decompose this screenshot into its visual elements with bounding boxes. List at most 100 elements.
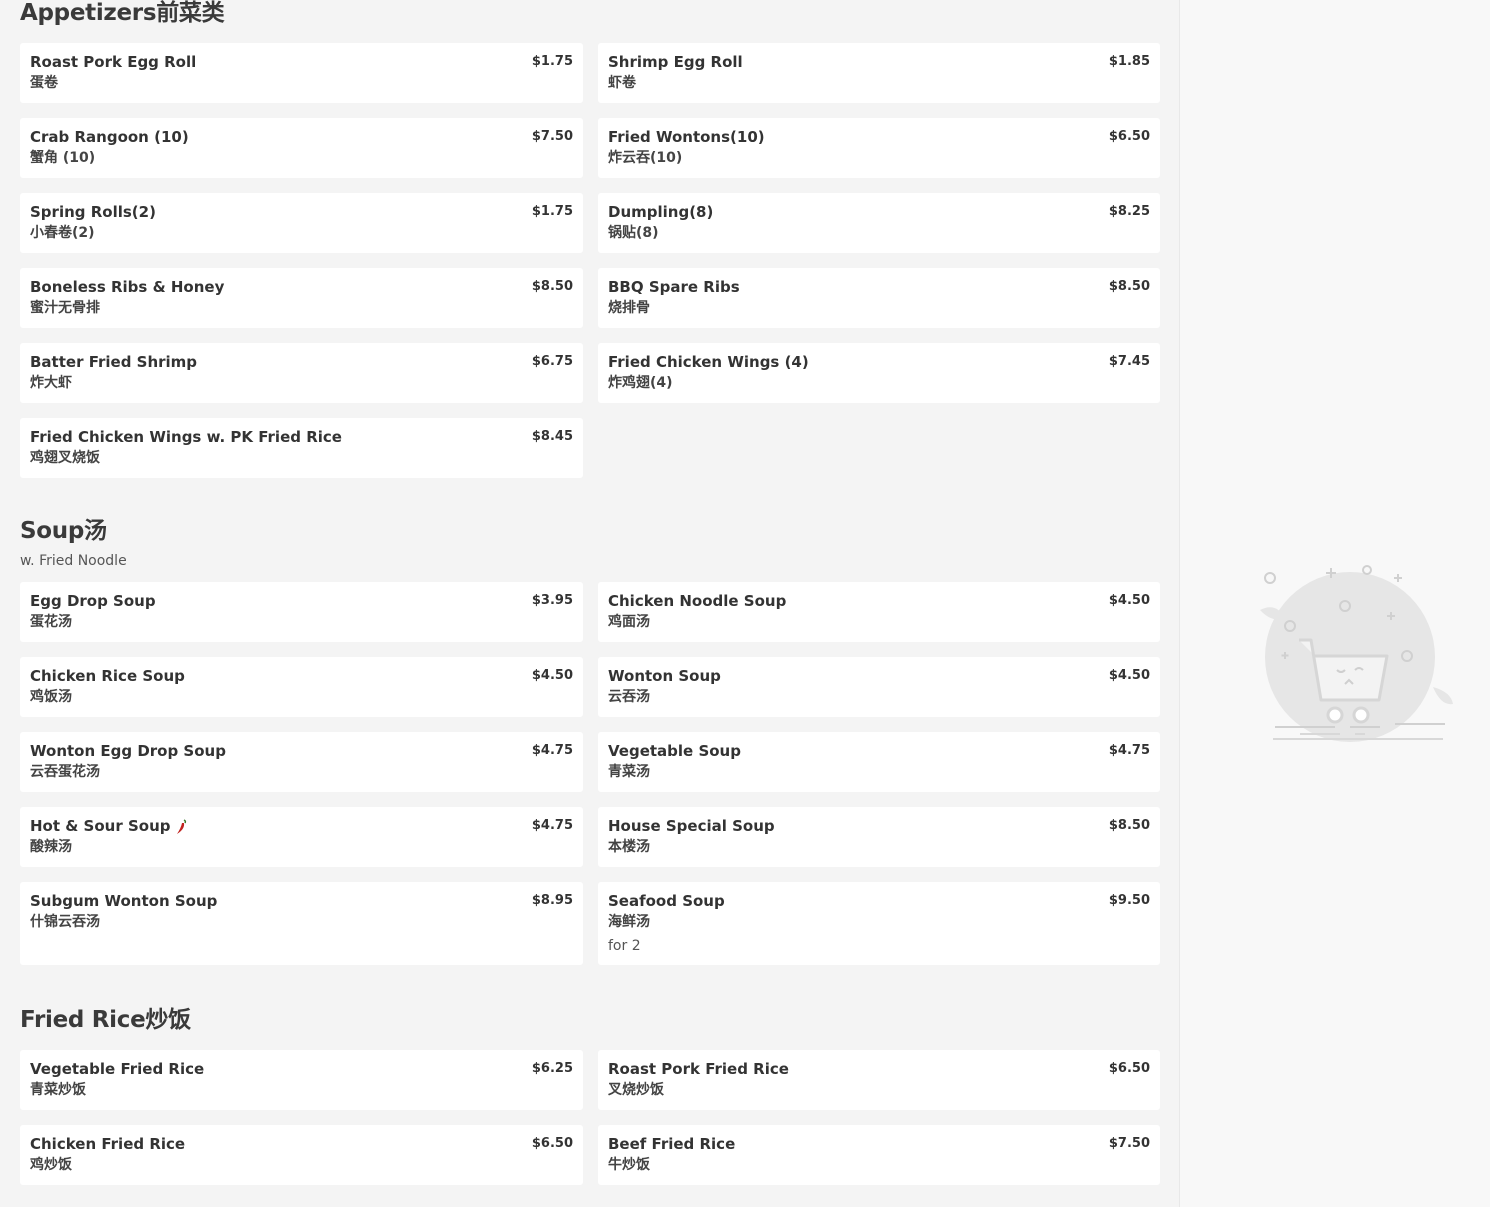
- menu-item-price: $6.50: [1108, 129, 1150, 144]
- menu-item-name: Fried Chicken Wings (4): [608, 353, 1150, 372]
- menu-item-chinese-name: 蜜汁无骨排: [30, 300, 100, 316]
- menu-item-chinese-name: 海鲜汤: [608, 914, 650, 930]
- menu-item-name: Spring Rolls(2): [30, 203, 573, 222]
- menu-item-name: Seafood Soup: [608, 892, 1150, 911]
- menu-area: Appetizers前菜类 Roast Pork Egg Roll 蛋卷 $1.75 S…: [0, 0, 1180, 1207]
- menu-item-card[interactable]: Seafood Soup 海鲜汤 for 2 $9.50: [598, 882, 1160, 965]
- menu-item-card[interactable]: Crab Rangoon (10) 蟹角 (10) $7.50: [20, 118, 583, 178]
- menu-item-card[interactable]: Shrimp Egg Roll 虾卷 $1.85: [598, 43, 1160, 103]
- menu-item-chinese-name: 锅贴(8): [608, 225, 659, 241]
- menu-item-name-text: BBQ Spare Ribs: [608, 278, 740, 296]
- menu-item-card[interactable]: Dumpling(8) 锅贴(8) $8.25: [598, 193, 1160, 253]
- menu-item-name: Chicken Rice Soup: [30, 667, 573, 686]
- menu-item-chinese-name: 虾卷: [608, 75, 636, 91]
- menu-item-price: $8.50: [1108, 818, 1150, 833]
- menu-item-card[interactable]: Wonton Soup 云吞汤 $4.50: [598, 657, 1160, 717]
- menu-item-price: $6.50: [531, 1136, 573, 1151]
- menu-item-name: Dumpling(8): [608, 203, 1150, 222]
- menu-item-price: $8.95: [531, 893, 573, 908]
- menu-item-chinese-name: 鸡翅叉烧饭: [30, 450, 100, 466]
- menu-item-chinese-name: 酸辣汤: [30, 839, 72, 855]
- menu-item-chinese-name: 烧排骨: [608, 300, 650, 316]
- menu-item-card[interactable]: Wonton Egg Drop Soup 云吞蛋花汤 $4.75: [20, 732, 583, 792]
- menu-item-card[interactable]: Hot & Sour Soup 酸辣汤 $4.75: [20, 807, 583, 867]
- menu-item-price: $6.50: [1108, 1061, 1150, 1076]
- menu-item-card[interactable]: BBQ Spare Ribs 烧排骨 $8.50: [598, 268, 1160, 328]
- menu-item-card[interactable]: Spring Rolls(2) 小春卷(2) $1.75: [20, 193, 583, 253]
- menu-item-grid: Vegetable Fried Rice 青菜炒饭 $6.25 Roast Pork …: [20, 1050, 1160, 1185]
- menu-item-chinese-name: 炸云吞(10): [608, 150, 683, 166]
- menu-item-name: Egg Drop Soup: [30, 592, 573, 611]
- menu-item-price: $9.50: [1108, 893, 1150, 908]
- menu-item-name: BBQ Spare Ribs: [608, 278, 1150, 297]
- menu-item-name-text: Beef Fried Rice: [608, 1135, 736, 1153]
- menu-item-card[interactable]: Boneless Ribs & Honey 蜜汁无骨排 $8.50: [20, 268, 583, 328]
- menu-item-chinese-name: 叉烧炒饭: [608, 1082, 664, 1098]
- section-description: w. Fried Noodle: [20, 553, 127, 569]
- chili-pepper-icon: [176, 818, 186, 834]
- menu-item-card[interactable]: Fried Wontons(10) 炸云吞(10) $6.50: [598, 118, 1160, 178]
- menu-item-chinese-name: 蛋卷: [30, 75, 58, 91]
- menu-item-card[interactable]: Vegetable Soup 青菜汤 $4.75: [598, 732, 1160, 792]
- menu-item-price: $7.45: [1108, 354, 1150, 369]
- menu-item-grid: Egg Drop Soup 蛋花汤 $3.95 Chicken Noodle Soup…: [20, 582, 1160, 965]
- menu-item-card[interactable]: Chicken Fried Rice 鸡炒饭 $6.50: [20, 1125, 583, 1185]
- menu-item-price: $1.75: [531, 54, 573, 69]
- menu-item-card[interactable]: Fried Chicken Wings (4) 炸鸡翅(4) $7.45: [598, 343, 1160, 403]
- menu-item-card[interactable]: Chicken Noodle Soup 鸡面汤 $4.50: [598, 582, 1160, 642]
- menu-item-name-text: Fried Chicken Wings w. PK Fried Rice: [30, 428, 342, 446]
- menu-item-chinese-name: 牛炒饭: [608, 1157, 650, 1173]
- menu-item-card[interactable]: Fried Chicken Wings w. PK Fried Rice 鸡翅叉烧…: [20, 418, 583, 478]
- menu-item-price: $1.75: [531, 204, 573, 219]
- menu-item-price: $4.75: [531, 743, 573, 758]
- menu-item-name-text: House Special Soup: [608, 817, 775, 835]
- menu-item-card[interactable]: Subgum Wonton Soup 什锦云吞汤 $8.95: [20, 882, 583, 965]
- menu-item-name: Subgum Wonton Soup: [30, 892, 573, 911]
- menu-item-price: $4.50: [1108, 668, 1150, 683]
- menu-item-card[interactable]: Vegetable Fried Rice 青菜炒饭 $6.25: [20, 1050, 583, 1110]
- menu-item-card[interactable]: Roast Pork Egg Roll 蛋卷 $1.75: [20, 43, 583, 103]
- menu-item-price: $4.75: [1108, 743, 1150, 758]
- menu-item-note: for 2: [608, 938, 641, 954]
- menu-item-name-text: Batter Fried Shrimp: [30, 353, 198, 371]
- menu-item-name-text: Subgum Wonton Soup: [30, 892, 218, 910]
- menu-item-name: Boneless Ribs & Honey: [30, 278, 573, 297]
- menu-item-chinese-name: 鸡面汤: [608, 614, 650, 630]
- menu-section: Soup汤 w. Fried Noodle Egg Drop Soup 蛋花汤 $3.9…: [20, 518, 1160, 965]
- menu-item-name: Chicken Noodle Soup: [608, 592, 1150, 611]
- menu-item-name-text: Seafood Soup: [608, 892, 725, 910]
- menu-item-name-text: Roast Pork Fried Rice: [608, 1060, 789, 1078]
- menu-item-price: $8.50: [531, 279, 573, 294]
- section-title: Appetizers前菜类: [20, 0, 225, 26]
- menu-item-name-text: Vegetable Fried Rice: [30, 1060, 205, 1078]
- section-title: Soup汤: [20, 518, 107, 544]
- menu-item-price: $3.95: [531, 593, 573, 608]
- menu-item-price: $6.75: [531, 354, 573, 369]
- menu-item-price: $8.45: [531, 429, 573, 444]
- menu-item-chinese-name: 青菜炒饭: [30, 1082, 86, 1098]
- menu-section: Fried Rice炒饭 Vegetable Fried Rice 青菜炒饭 $6.2…: [20, 1007, 1160, 1185]
- menu-item-chinese-name: 青菜汤: [608, 764, 650, 780]
- menu-item-chinese-name: 炸大虾: [30, 375, 72, 391]
- menu-item-grid: Roast Pork Egg Roll 蛋卷 $1.75 Shrimp Egg Rol…: [20, 43, 1160, 478]
- menu-item-card[interactable]: Roast Pork Fried Rice 叉烧炒饭 $6.50: [598, 1050, 1160, 1110]
- menu-item-card[interactable]: Chicken Rice Soup 鸡饭汤 $4.50: [20, 657, 583, 717]
- menu-item-card[interactable]: Egg Drop Soup 蛋花汤 $3.95: [20, 582, 583, 642]
- menu-item-name: House Special Soup: [608, 817, 1150, 836]
- menu-item-price: $8.25: [1108, 204, 1150, 219]
- menu-item-card[interactable]: Beef Fried Rice 牛炒饭 $7.50: [598, 1125, 1160, 1185]
- menu-item-name: Fried Chicken Wings w. PK Fried Rice: [30, 428, 573, 447]
- section-title: Fried Rice炒饭: [20, 1007, 191, 1033]
- menu-item-card[interactable]: House Special Soup 本楼汤 $8.50: [598, 807, 1160, 867]
- menu-item-price: $6.25: [531, 1061, 573, 1076]
- menu-item-price: $7.50: [1108, 1136, 1150, 1151]
- menu-item-price: $4.50: [531, 668, 573, 683]
- menu-item-name-text: Vegetable Soup: [608, 742, 741, 760]
- menu-item-price: $4.75: [531, 818, 573, 833]
- menu-item-chinese-name: 本楼汤: [608, 839, 650, 855]
- menu-item-card[interactable]: Batter Fried Shrimp 炸大虾 $6.75: [20, 343, 583, 403]
- empty-cart-illustration: [1260, 565, 1453, 742]
- menu-item-price: $8.50: [1108, 279, 1150, 294]
- menu-item-name: Roast Pork Fried Rice: [608, 1060, 1150, 1079]
- menu-item-chinese-name: 什锦云吞汤: [30, 914, 100, 930]
